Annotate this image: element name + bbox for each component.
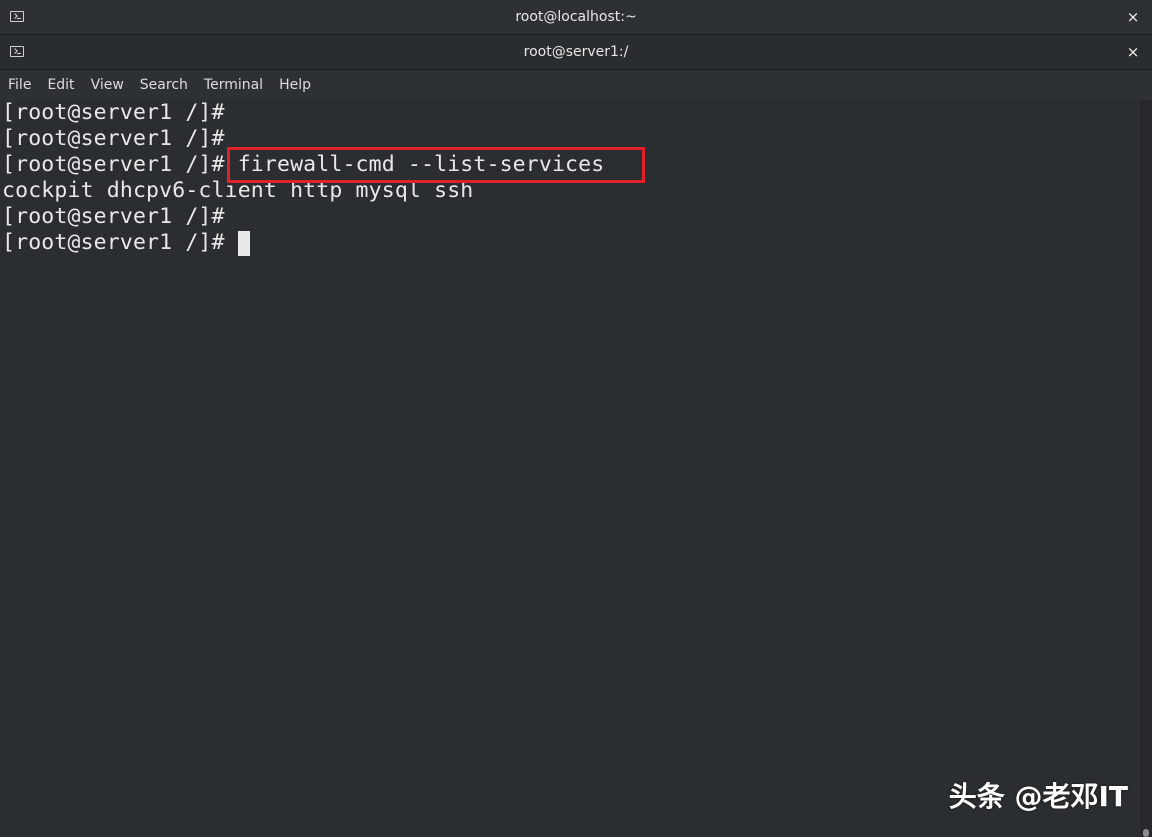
terminal-line: [root@server1 /]# [2, 204, 225, 229]
scrollbar[interactable] [1140, 100, 1152, 837]
menu-terminal[interactable]: Terminal [196, 71, 271, 100]
menu-view[interactable]: View [83, 71, 132, 100]
inner-close-icon[interactable]: × [1122, 41, 1144, 63]
outer-window-title: root@localhost:~ [515, 9, 637, 25]
menu-bar: File Edit View Search Terminal Help [0, 71, 1152, 100]
terminal-area[interactable]: [root@server1 /]# [root@server1 /]# [roo… [0, 100, 1140, 837]
terminal-line-command: [root@server1 /]# firewall-cmd --list-se… [2, 152, 605, 177]
terminal-line: [root@server1 /]# [2, 126, 225, 151]
outer-window-titlebar: root@localhost:~ × [0, 0, 1152, 35]
terminal-line: [root@server1 /]# [2, 100, 225, 125]
scrollbar-thumb[interactable] [1143, 829, 1149, 837]
inner-window-title: root@server1:/ [523, 44, 629, 60]
menu-search[interactable]: Search [132, 71, 196, 100]
text-cursor [237, 231, 250, 256]
watermark: 头条 @老邓IT [948, 780, 1128, 813]
menu-file[interactable]: File [0, 71, 39, 100]
inner-window-titlebar: root@server1:/ × [0, 35, 1152, 70]
menu-help[interactable]: Help [271, 71, 319, 100]
prompt-text: [root@server1 /]# [2, 230, 225, 255]
terminal-line-current: [root@server1 /]# [2, 230, 250, 256]
terminal-line-output: cockpit dhcpv6-client http mysql ssh [2, 178, 474, 203]
outer-close-icon[interactable]: × [1122, 6, 1144, 28]
menu-edit[interactable]: Edit [39, 71, 82, 100]
